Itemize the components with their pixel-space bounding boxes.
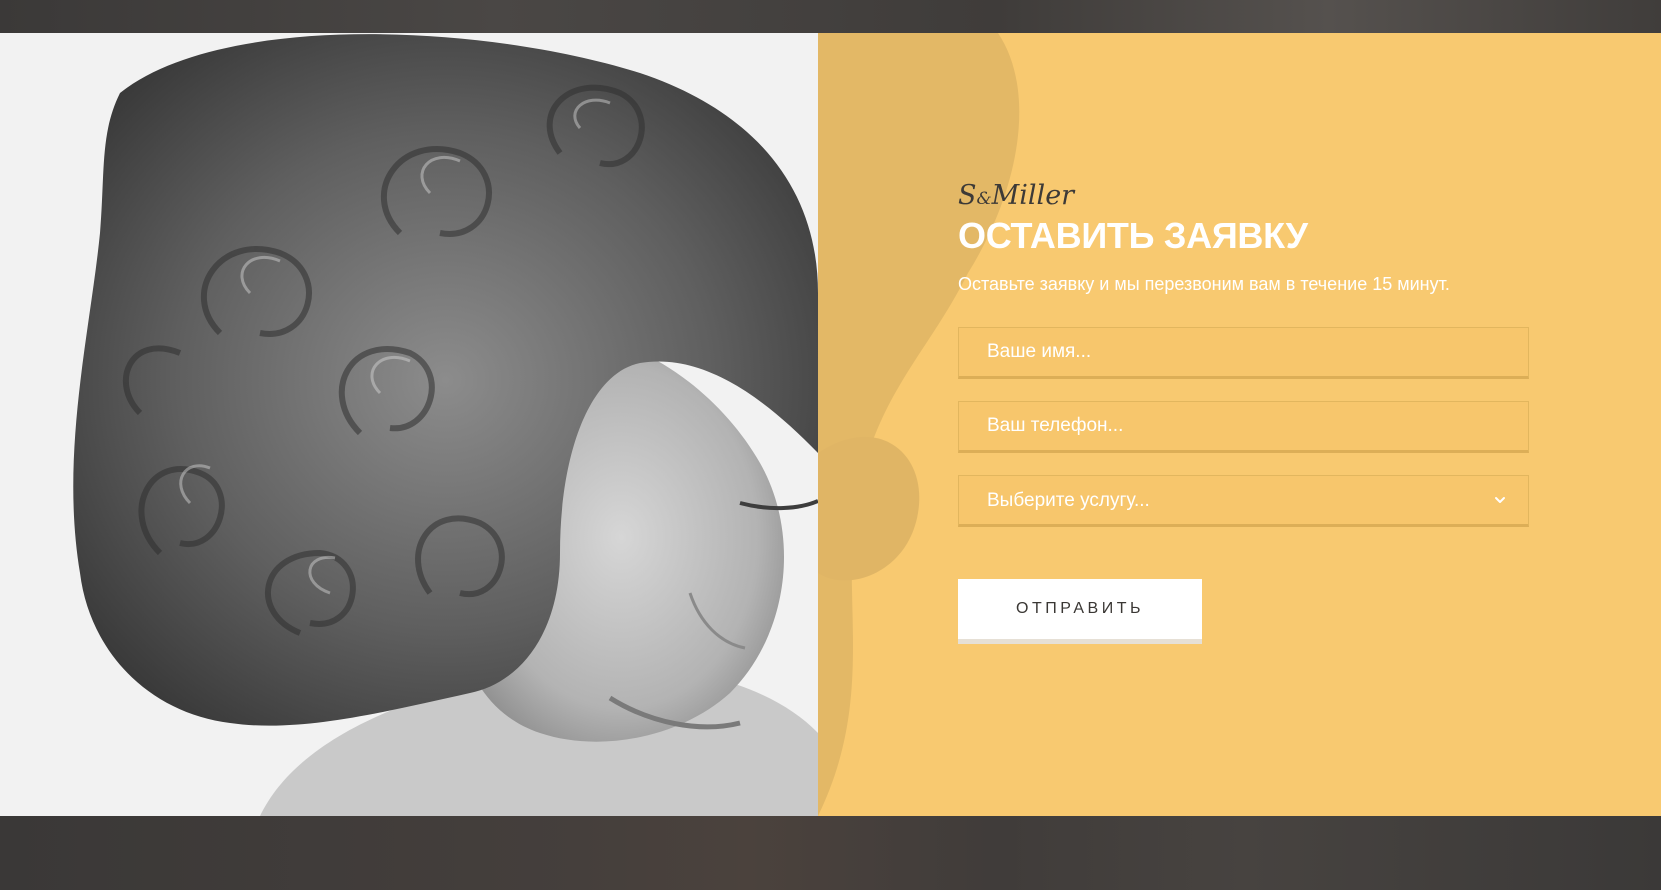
brand-logo-ampersand: & bbox=[976, 189, 992, 209]
form-title: ОСТАВИТЬ ЗАЯВКУ bbox=[958, 215, 1308, 256]
submit-button[interactable]: ОТПРАВИТЬ bbox=[958, 579, 1202, 644]
brand-logo-right: Miller bbox=[991, 180, 1075, 211]
service-select[interactable]: Выберите услугу... bbox=[958, 475, 1529, 527]
bottom-background-strip bbox=[0, 816, 1661, 890]
chevron-down-icon bbox=[1495, 497, 1505, 503]
request-form-panel: S&Miller ОСТАВИТЬ ЗАЯВКУ Оставьте заявку… bbox=[818, 33, 1661, 816]
top-background-strip bbox=[0, 0, 1661, 33]
phone-field-wrapper bbox=[958, 401, 1529, 453]
phone-input[interactable] bbox=[959, 402, 1528, 450]
name-input[interactable] bbox=[959, 328, 1528, 376]
service-select-label: Выберите услугу... bbox=[987, 490, 1150, 511]
brand-logo: S&Miller bbox=[958, 178, 1533, 214]
brand-logo-left: S bbox=[958, 180, 977, 211]
name-field-wrapper bbox=[958, 327, 1529, 379]
form-fields: Выберите услугу... bbox=[958, 327, 1533, 527]
form-subtitle: Оставьте заявку и мы перезвоним вам в те… bbox=[958, 274, 1450, 294]
hero-photo bbox=[0, 33, 818, 816]
form-container: S&Miller ОСТАВИТЬ ЗАЯВКУ Оставьте заявку… bbox=[958, 178, 1533, 644]
